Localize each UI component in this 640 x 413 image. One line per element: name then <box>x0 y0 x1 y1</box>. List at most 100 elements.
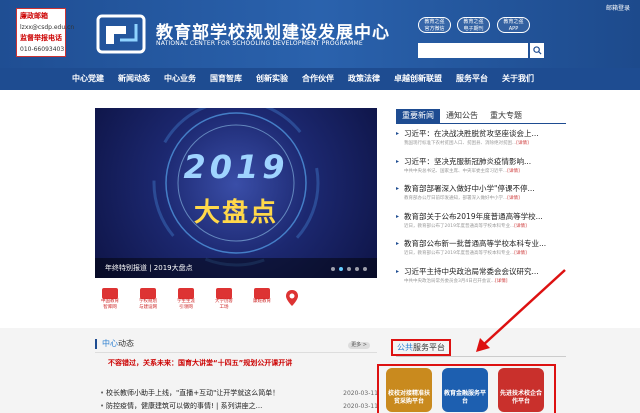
quick-link-label: 工场 <box>219 305 229 310</box>
news-desc: 教育部办公厅日前印发通知，部署深入做好中小学...[详情] <box>396 195 570 203</box>
finance-platform-button[interactable]: 教育金融服务平台 <box>442 368 488 412</box>
tab-important-news[interactable]: 重要新闻 <box>396 109 440 123</box>
news-detail-link[interactable]: [详情] <box>514 251 527 256</box>
more-button[interactable]: 更多 > <box>348 342 370 349</box>
list-item-text[interactable]: 防控疫情，健康建筑可以做的事情! | 系列讲座之... <box>106 402 262 410</box>
list-item[interactable]: 校长教师小助手上线，"直播+互动"让开学就这么简单！ 2020-03-11 <box>100 387 382 400</box>
news-desc-text: 我国现行标准下农村贫困人口、贫困县、消除绝对贫困... <box>404 141 517 146</box>
news-title[interactable]: 习近平：坚决克服新冠肺炎疫情影响... <box>396 156 570 168</box>
mailbox-address[interactable]: lzxx@csdp.edu.cn <box>20 22 74 33</box>
news-desc: 我国现行标准下农村贫困人口、贫困县、消除绝对贫困...[详情] <box>396 140 570 148</box>
quick-link-school-planning[interactable]: 学校规划 与建设网 <box>133 288 163 312</box>
news-title[interactable]: 教育部关于公布2019年度普通高等学校... <box>396 211 570 223</box>
nav-service-platform[interactable]: 服务平台 <box>456 68 488 90</box>
carousel-dot[interactable] <box>347 267 351 271</box>
ejournal-button-line2: 电子期刊 <box>463 26 484 32</box>
carousel-dot[interactable] <box>355 267 359 271</box>
center-headline[interactable]: 不容错过，关系未来：国育大讲堂“十四五”规划公开课开讲 <box>108 358 292 368</box>
platform-title-b: 服务平台 <box>413 343 445 352</box>
nav-partners[interactable]: 合作伙伴 <box>302 68 334 90</box>
nav-party[interactable]: 中心党建 <box>72 68 104 90</box>
quick-link-think-tank[interactable]: 中国教育 智库网 <box>95 288 125 312</box>
app-button[interactable]: 教育之强 APP <box>497 17 530 33</box>
carousel-dot-active[interactable] <box>339 267 343 271</box>
mail-login-link[interactable]: 邮箱登录 <box>606 3 630 12</box>
header: 廉政邮箱 lzxx@csdp.edu.cn 监督举报电话 010-6609340… <box>0 0 640 68</box>
center-news-list: 校长教师小助手上线，"直播+互动"让开学就这么简单！ 2020-03-11 防控疫… <box>100 387 382 413</box>
list-item[interactable]: 教育部公布新一批普通高等学校本科专业... 近日，教育部公布了2019年度普通高… <box>396 238 570 266</box>
nav-news[interactable]: 新闻动态 <box>118 68 150 90</box>
nav-think-tank[interactable]: 国育智库 <box>210 68 242 90</box>
list-item[interactable]: 教育部部署深入做好中小学"停课不停... 教育部办公厅日前印发通知，部署深入做好… <box>396 183 570 211</box>
list-item[interactable]: 习近平：坚决克服新冠肺炎疫情影响... 中共中央总书记、国家主席、中央军委主席习… <box>396 156 570 184</box>
quick-link-maker[interactable]: 大学创客 工场 <box>209 288 239 312</box>
news-detail-link[interactable]: [详情] <box>514 224 527 229</box>
integrity-mailbox-box[interactable]: 廉政邮箱 lzxx@csdp.edu.cn 监督举报电话 010-6609340… <box>16 8 74 57</box>
banner-carousel[interactable]: 2019 大盘点 年终特别报道 | 2019大盘点 <box>95 108 377 278</box>
carousel-dot[interactable] <box>331 267 335 271</box>
list-item[interactable]: 教育部关于公布2019年度普通高等学校... 近日，教育部公布了2019年度普通… <box>396 211 570 239</box>
ejournal-button-line1: 教育之强 <box>463 19 484 25</box>
list-item-date: 2020-03-11 <box>343 390 378 397</box>
school-planning-icon <box>140 288 156 299</box>
platform-title-a: 公共 <box>397 343 413 352</box>
quick-link-career[interactable]: 学生生涯 引领网 <box>171 288 201 312</box>
carousel-dots[interactable] <box>331 267 367 271</box>
tech-cooperation-platform-button[interactable]: 先进技术校企合作平台 <box>498 368 544 412</box>
site-subtitle: NATIONAL CENTER FOR SCHOOLING DEVELOPMEN… <box>156 40 363 47</box>
quick-link-label: 智库网 <box>103 305 117 310</box>
news-title[interactable]: 教育部部署深入做好中小学"停课不停... <box>396 183 570 195</box>
news-desc-text: 近日，教育部公布了2019年度普通高等学校本科专业... <box>404 223 515 229</box>
news-title[interactable]: 习近平主持中央政治局常委会会议研究... <box>396 266 570 278</box>
quick-links: 中国教育 智库网 学校规划 与建设网 学生生涯 引领网 大学创客 工场 康妮教育 <box>95 288 299 312</box>
wechat-button-line1: 教育之强 <box>424 19 445 25</box>
center-divider <box>95 352 377 353</box>
map-icon[interactable] <box>285 288 299 310</box>
career-icon <box>178 288 194 299</box>
report-phone-label: 监督举报电话 <box>20 34 62 42</box>
news-desc-text: 教育部办公厅日前印发通知，部署深入做好中小学... <box>404 196 508 201</box>
search-button[interactable] <box>530 43 544 58</box>
list-item-text[interactable]: 校长教师小助手上线，"直播+互动"让开学就这么简单！ <box>106 389 279 397</box>
news-detail-link[interactable]: [详情] <box>495 279 508 284</box>
quick-link-label: 引领网 <box>179 305 193 310</box>
wechat-button[interactable]: 教育之强 官方微信 <box>418 17 451 33</box>
nav-business[interactable]: 中心业务 <box>164 68 196 90</box>
nav-about[interactable]: 关于我们 <box>502 68 534 90</box>
tab-topics[interactable]: 重大专题 <box>484 109 528 123</box>
news-desc: 中共中央总书记、国家主席、中央军委主席习近平...[详情] <box>396 168 570 176</box>
news-detail-link[interactable]: [详情] <box>507 196 520 201</box>
kangni-icon <box>254 288 270 299</box>
quick-link-kangni[interactable]: 康妮教育 <box>247 288 277 312</box>
quick-link-label: 与建设网 <box>139 305 157 310</box>
tab-notices[interactable]: 通知公告 <box>440 109 484 123</box>
news-tabs: 重要新闻 通知公告 重大专题 <box>396 109 528 123</box>
list-item[interactable]: 习近平：在决战决胜脱贫攻坚座谈会上... 我国现行标准下农村贫困人口、贫困县、消… <box>396 128 570 156</box>
search-input[interactable] <box>418 43 528 58</box>
news-desc: 近日，教育部公布了2019年度普通高等学校本科专业...[详情] <box>396 250 570 258</box>
nav-alliance[interactable]: 卓越创新联盟 <box>394 68 442 90</box>
quick-link-label: 康妮教育 <box>253 299 271 304</box>
news-title[interactable]: 教育部公布新一批普通高等学校本科专业... <box>396 238 570 250</box>
carousel-dot[interactable] <box>363 267 367 271</box>
banner-headline: 大盘点 <box>193 198 278 228</box>
procurement-platform-button[interactable]: 校校对接精准扶贫采购平台 <box>386 368 432 412</box>
news-desc: 中共中央政治局常务委员会3月4日召开会议...[详情] <box>396 278 570 286</box>
platform-divider <box>396 356 566 357</box>
news-detail-link[interactable]: [详情] <box>516 141 529 146</box>
app-button-line2: APP <box>508 26 519 32</box>
center-news-title-a: 中心 <box>102 339 118 348</box>
nav-innovation[interactable]: 创新实验 <box>256 68 288 90</box>
ejournal-button[interactable]: 教育之强 电子期刊 <box>457 17 490 33</box>
nav-policy[interactable]: 政策法律 <box>348 68 380 90</box>
maker-icon <box>216 288 232 299</box>
news-detail-link[interactable]: [详情] <box>507 169 520 174</box>
list-item[interactable]: 防控疫情，健康建筑可以做的事情! | 系列讲座之... 2020-03-11 <box>100 400 382 413</box>
list-item[interactable]: 习近平主持中央政治局常委会会议研究... 中共中央政治局常务委员会3月4日召开会… <box>396 266 570 294</box>
news-desc-text: 中共中央政治局常务委员会3月4日召开会议... <box>404 278 496 284</box>
report-phone-number: 010-66093403 <box>20 46 65 53</box>
think-tank-icon <box>102 288 118 299</box>
news-list: 习近平：在决战决胜脱贫攻坚座谈会上... 我国现行标准下农村贫困人口、贫困县、消… <box>396 128 570 293</box>
center-logo-icon[interactable] <box>96 14 146 54</box>
news-title[interactable]: 习近平：在决战决胜脱贫攻坚座谈会上... <box>396 128 570 140</box>
